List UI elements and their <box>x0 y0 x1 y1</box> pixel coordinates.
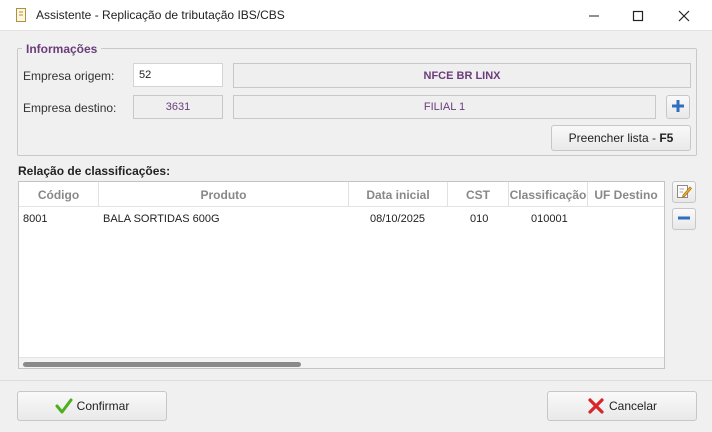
info-legend: Informações <box>22 42 102 56</box>
cell-produto: BALA SORTIDAS 600G <box>103 213 220 225</box>
minimize-icon <box>588 10 600 22</box>
list-title: Relação de classificações: <box>18 164 171 178</box>
fill-list-button[interactable]: Preencher lista - F5 <box>551 125 691 151</box>
confirm-label: Confirmar <box>76 399 130 413</box>
empresa-destino-label: Empresa destino: <box>23 101 117 115</box>
minimize-button[interactable] <box>571 0 617 31</box>
column-header-uf-destino[interactable]: UF Destino <box>588 182 664 207</box>
document-icon <box>16 8 26 22</box>
fill-list-label: Preencher lista - <box>568 131 660 145</box>
scrollbar-thumb[interactable] <box>23 362 301 367</box>
cancel-x-icon <box>587 397 605 415</box>
column-header-codigo[interactable]: Código <box>19 182 99 207</box>
cell-cst: 010 <box>470 213 489 225</box>
grid-header: Código Produto Data inicial CST Classifi… <box>19 182 664 207</box>
maximize-button[interactable] <box>615 0 661 31</box>
table-row[interactable]: 8001 BALA SORTIDAS 600G 08/10/2025 010 0… <box>19 208 664 230</box>
empresa-destino-code: 3631 <box>133 95 223 119</box>
close-icon <box>678 10 690 22</box>
window-title: Assistente - Replicação de tributação IB… <box>36 8 285 22</box>
plus-icon <box>671 99 685 116</box>
cell-codigo: 8001 <box>23 213 48 225</box>
classification-grid[interactable]: Código Produto Data inicial CST Classifi… <box>18 181 665 369</box>
column-header-data-inicial[interactable]: Data inicial <box>349 182 448 207</box>
close-button[interactable] <box>661 0 707 31</box>
cell-classificacao: 010001 <box>531 213 568 225</box>
empresa-origem-label: Empresa origem: <box>23 69 115 83</box>
minus-icon <box>677 211 691 228</box>
empresa-destino-name: FILIAL 1 <box>233 95 656 119</box>
footer-divider <box>0 380 712 381</box>
title-bar: Assistente - Replicação de tributação IB… <box>0 0 712 31</box>
remove-row-button[interactable] <box>672 208 696 230</box>
column-header-produto[interactable]: Produto <box>99 182 349 207</box>
cell-data-inicial: 08/10/2025 <box>370 213 426 225</box>
cancel-label: Cancelar <box>608 399 658 413</box>
horizontal-scrollbar[interactable] <box>19 357 664 368</box>
column-header-cst[interactable]: CST <box>448 182 509 207</box>
grid-right-divider <box>664 182 665 357</box>
empresa-origem-input[interactable]: 52 <box>133 63 223 87</box>
cancel-button[interactable]: Cancelar <box>547 391 697 421</box>
edit-row-button[interactable] <box>672 181 696 203</box>
maximize-icon <box>632 10 644 22</box>
fill-list-shortcut: F5 <box>659 131 674 145</box>
column-header-classificacao[interactable]: Classificação <box>509 182 588 207</box>
confirm-button[interactable]: Confirmar <box>17 391 167 421</box>
edit-icon <box>676 183 692 202</box>
empresa-origem-name: NFCE BR LINX <box>233 63 691 88</box>
checkmark-icon <box>55 397 73 415</box>
add-destino-button[interactable] <box>666 95 690 119</box>
